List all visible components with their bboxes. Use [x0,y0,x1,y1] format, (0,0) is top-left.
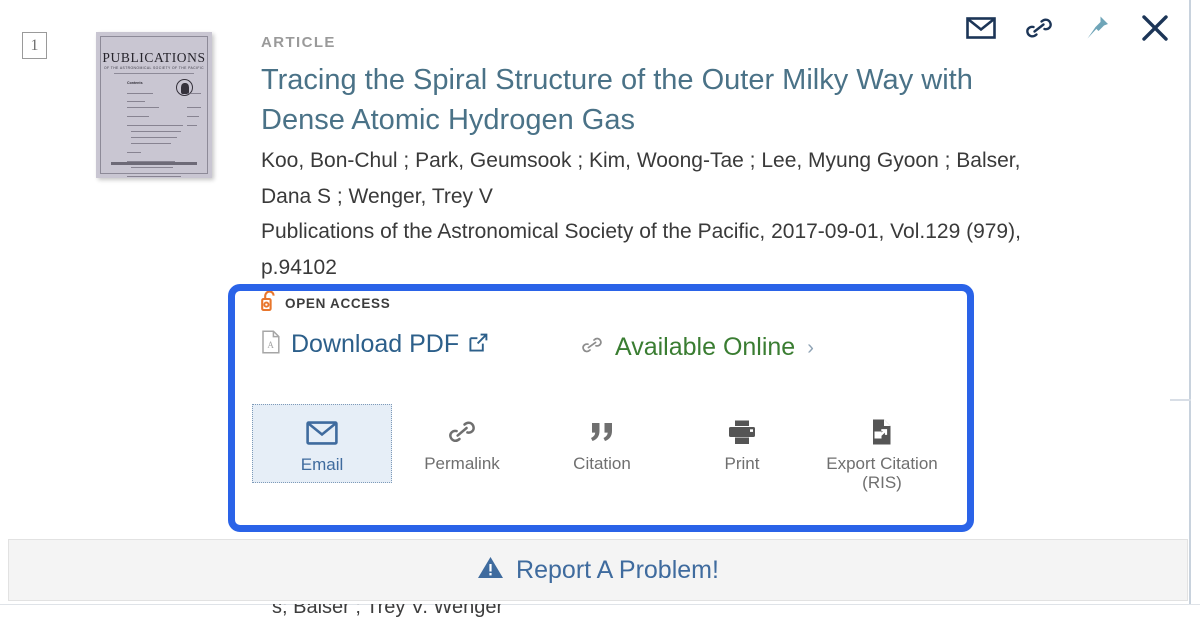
access-links-row: A Download PDF Available Online › [261,330,901,370]
cover-text-line [127,176,181,178]
record-source: Publications of the Astronomical Society… [261,220,1021,279]
action-export-citation[interactable]: Export Citation (RIS) [812,404,952,491]
cover-text-line [131,143,171,145]
action-email-label: Email [300,455,344,474]
action-permalink-label: Permalink [424,454,500,473]
external-link-icon [469,333,488,357]
cover-thumbnail[interactable]: PUBLICATIONS OF THE ASTRONOMICAL SOCIETY… [96,32,212,178]
cover-text-line [131,131,181,133]
chevron-right-icon: › [807,336,814,359]
cover-text-line [127,93,153,95]
open-access-label: OPEN ACCESS [285,296,391,311]
cover-text-line [127,125,183,127]
article-detail-page: s; Balser ; Trey V. Wenger 1 PUBLICATION… [0,0,1200,627]
open-access-badge: OPEN ACCESS [261,290,390,317]
quote-icon [587,418,617,446]
export-file-icon [869,418,895,446]
close-icon[interactable] [1139,12,1171,44]
cover-text-line [187,93,201,95]
cover-title: PUBLICATIONS [102,50,206,65]
svg-text:A: A [267,340,274,350]
record-panel: 1 PUBLICATIONS OF THE ASTRONOMICAL SOCIE… [0,0,1191,604]
action-email[interactable]: Email [252,404,392,483]
pin-icon[interactable] [1081,12,1113,44]
action-permalink[interactable]: Permalink [392,404,532,479]
available-online-link[interactable]: Available Online › [581,333,814,362]
cover-text-line [127,152,141,154]
underlay-text: s; Balser ; Trey V. Wenger [272,604,504,618]
record-actions-toolbar: Email Permalink Citation Print Export Ci… [252,404,952,500]
cover-rule [114,73,194,74]
action-citation-label: Citation [573,454,631,473]
cover-text-line [127,116,149,118]
report-problem-button[interactable]: Report A Problem! [8,539,1188,601]
record-type-label: ARTICLE [261,34,336,51]
cover-contents-label: Contents [127,81,143,85]
cover-frame: PUBLICATIONS OF THE ASTRONOMICAL SOCIETY… [100,36,208,178]
envelope-icon [306,419,338,447]
background-page-peek: s; Balser ; Trey V. Wenger [0,604,1200,627]
record-authors: Koo, Bon-Chul ; Park, Geumsook ; Kim, Wo… [261,149,1021,208]
permalink-icon[interactable] [1023,12,1055,44]
action-citation[interactable]: Citation [532,404,672,479]
printer-icon [727,418,757,446]
pdf-file-icon: A [261,330,281,359]
cover-text-line [187,107,201,109]
action-print-label: Print [724,454,760,473]
open-lock-icon [261,290,277,317]
underlay-divider [0,604,1200,605]
report-problem-label: Report A Problem! [516,555,719,584]
email-icon[interactable] [965,12,997,44]
download-pdf-link[interactable]: A Download PDF [261,330,488,359]
record-title-link[interactable]: Tracing the Spiral Structure of the Oute… [261,60,1001,140]
action-export-citation-label: Export Citation (RIS) [826,454,938,492]
available-online-label: Available Online [615,333,796,361]
cover-subtitle: OF THE ASTRONOMICAL SOCIETY OF THE PACIF… [103,66,205,70]
download-pdf-label: Download PDF [291,330,460,358]
link-chain-icon [447,418,477,446]
record-toolbar [965,12,1171,44]
panel-divider [1170,399,1191,401]
cover-text-line [131,167,173,169]
cover-text-line [131,137,177,139]
warning-triangle-icon [477,555,504,585]
cover-footer-bar [111,162,197,165]
action-print[interactable]: Print [672,404,812,479]
cover-text-line [127,101,145,103]
result-index-badge: 1 [22,32,47,59]
link-chain-icon [581,335,603,360]
cover-text-line [127,107,159,109]
cover-text-line [187,116,199,118]
cover-text-line [187,125,197,127]
